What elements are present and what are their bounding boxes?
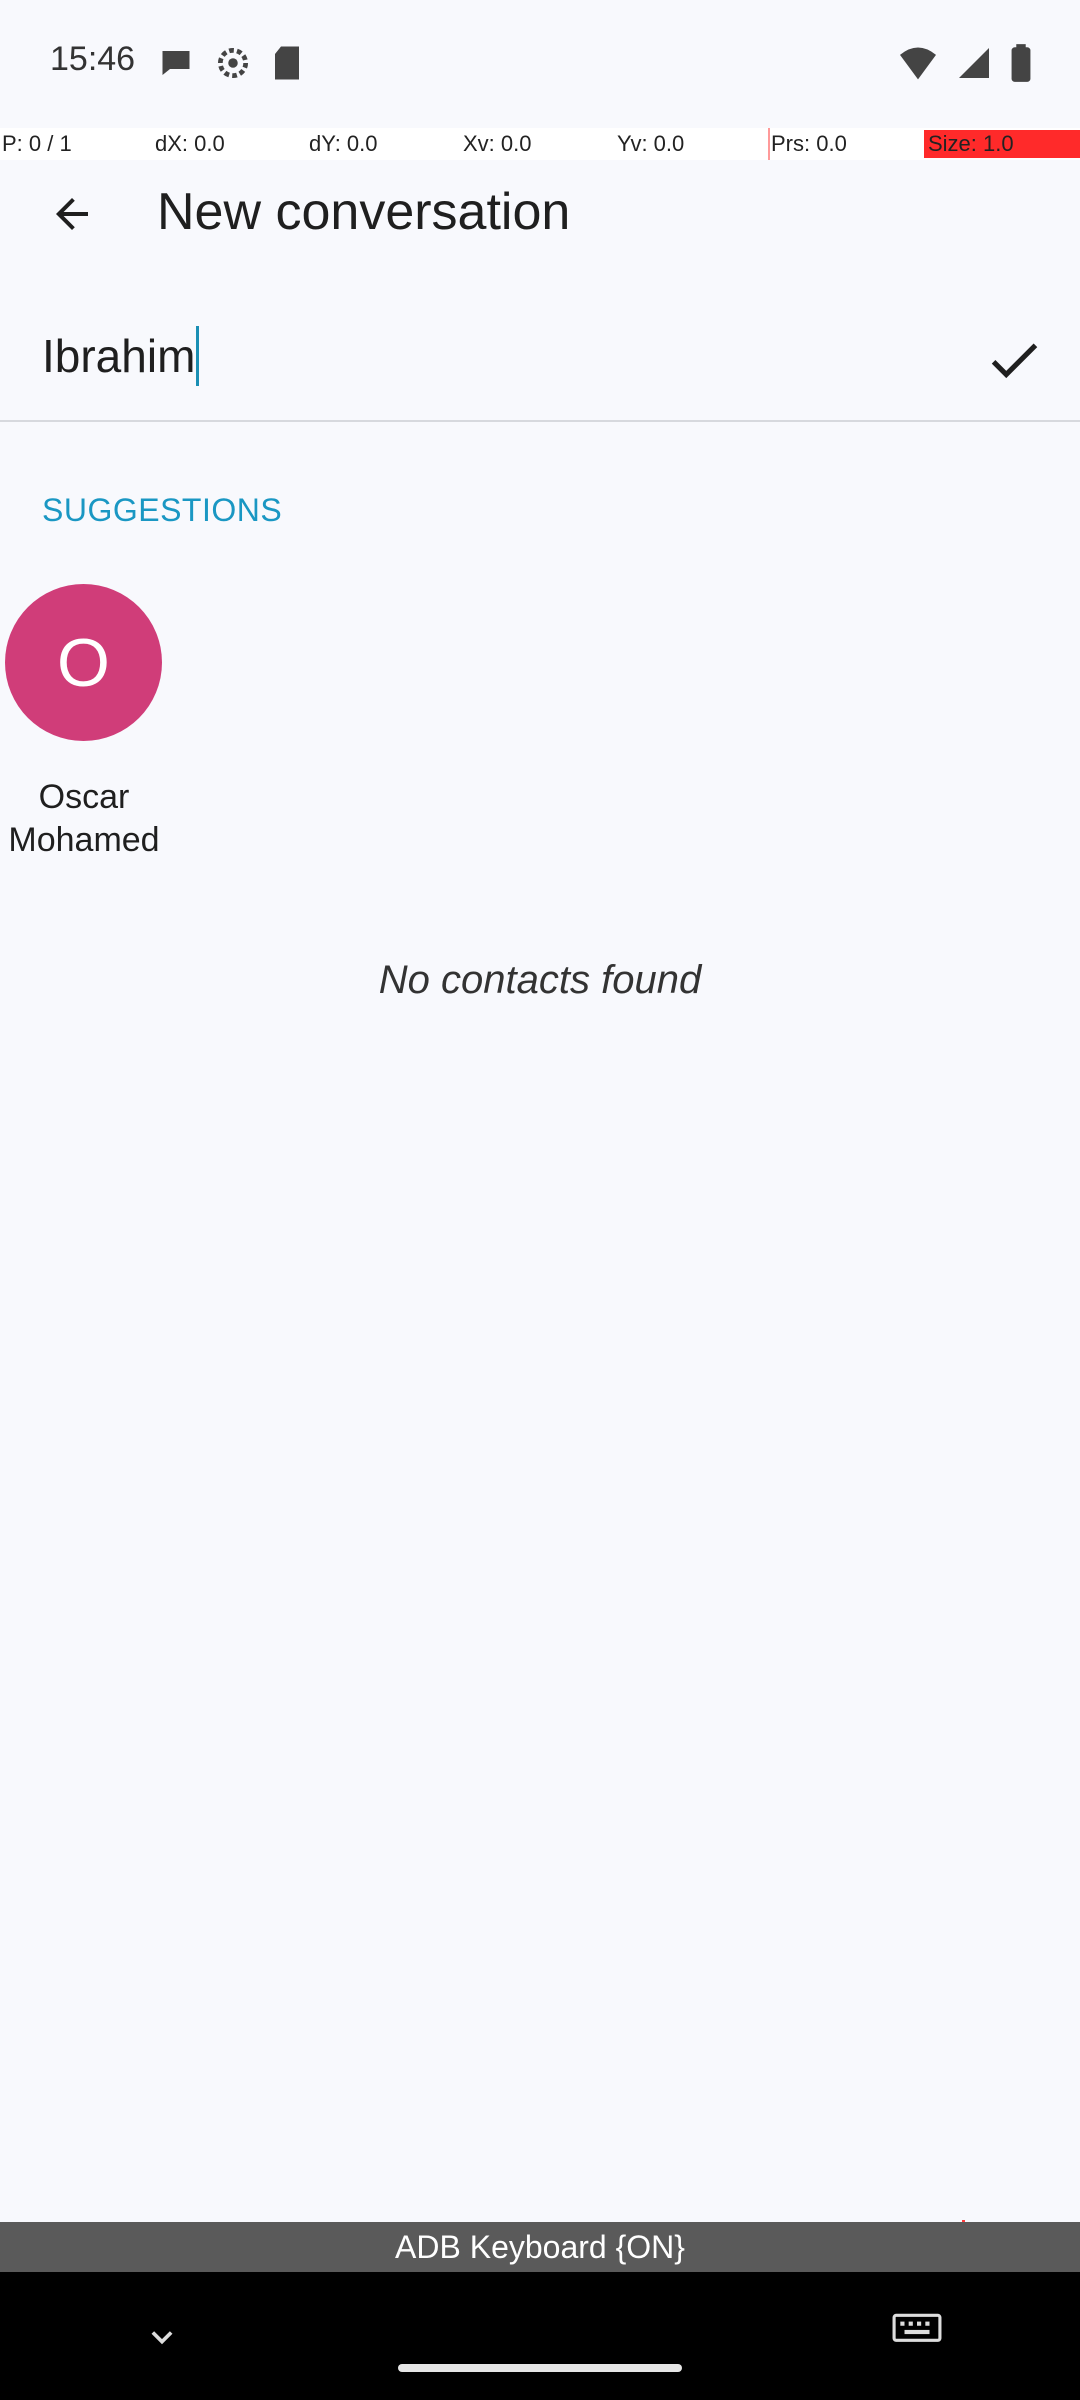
battery-icon <box>1011 44 1031 82</box>
suggestion-contact[interactable]: O Oscar Mohamed <box>0 584 168 864</box>
keyboard-icon[interactable] <box>892 2312 942 2352</box>
check-icon <box>991 343 1038 379</box>
notification-icons <box>158 44 302 82</box>
prs-divider <box>768 128 770 160</box>
page-title: New conversation <box>157 183 571 241</box>
arrow-back-icon <box>56 198 88 230</box>
avatar-initial: O <box>57 624 110 701</box>
pointer-location-bar: P: 0 / 1 dX: 0.0 dY: 0.0 Xv: 0.0 Yv: 0.0… <box>0 128 1080 160</box>
recipient-input-value: Ibrahim <box>42 330 196 382</box>
suggestion-name: Oscar Mohamed <box>8 778 160 859</box>
suggestions-header: SUGGESTIONS <box>42 492 283 528</box>
status-bar: 15:46 <box>0 0 1080 128</box>
empty-state-message: No contacts found <box>378 958 702 1002</box>
navigation-bar <box>0 2272 1080 2400</box>
ime-label: ADB Keyboard {ON} <box>395 2228 685 2265</box>
wifi-alert-icon <box>900 47 936 80</box>
chevron-down-icon[interactable] <box>140 2316 184 2360</box>
avatar: O <box>5 584 162 741</box>
pointer-yv: Yv: 0.0 <box>617 131 685 156</box>
chat-notification-icon <box>162 51 190 75</box>
pointer-count: P: 0 / 1 <box>2 131 72 156</box>
home-handle[interactable] <box>398 2364 682 2372</box>
pointer-size: Size: 1.0 <box>924 130 1080 158</box>
pointer-xv: Xv: 0.0 <box>463 131 532 156</box>
back-button[interactable] <box>32 174 112 254</box>
pointer-dx: dX: 0.0 <box>155 131 225 156</box>
system-icons <box>898 44 1032 82</box>
confirm-button[interactable] <box>972 322 1056 398</box>
app-bar: New conversation <box>0 160 1080 260</box>
signal-icon <box>959 48 989 78</box>
settings-icon <box>217 47 249 79</box>
text-caret <box>196 326 200 386</box>
pointer-dy: dY: 0.0 <box>309 131 378 156</box>
pointer-prs: Prs: 0.0 <box>771 131 847 156</box>
sd-card-icon <box>275 46 299 80</box>
recipient-row: Ibrahim <box>0 300 1080 422</box>
status-time: 15:46 <box>50 40 136 78</box>
ime-status-bar: ADB Keyboard {ON} <box>0 2222 1080 2272</box>
recipient-input[interactable]: Ibrahim <box>42 326 200 386</box>
